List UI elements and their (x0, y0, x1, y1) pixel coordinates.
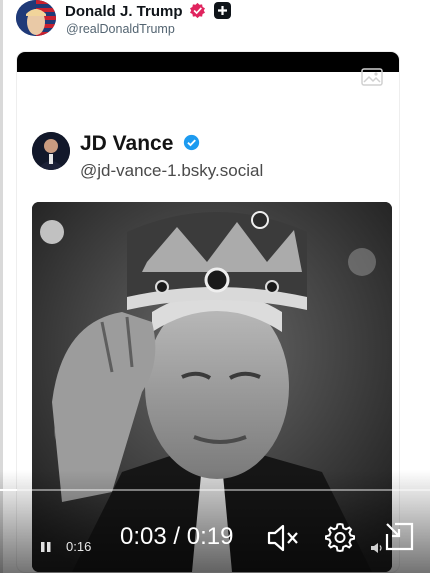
progress-bar[interactable] (0, 489, 430, 491)
verified-badge-icon (189, 2, 205, 19)
verified-check-icon (184, 134, 200, 151)
progress-bar-fill (0, 489, 17, 491)
embedded-author-name: JD Vance (80, 132, 200, 156)
speaker-muted-icon[interactable] (266, 523, 300, 553)
speaker-icon[interactable] (370, 542, 384, 554)
gear-icon[interactable] (325, 522, 355, 552)
embedded-author-name-label: JD Vance (80, 132, 174, 155)
author-name[interactable]: Donald J. Trump (65, 2, 231, 20)
pause-icon[interactable] (40, 540, 52, 554)
elapsed-time-small: 0:16 (66, 539, 92, 554)
author-handle[interactable]: @realDonaldTrump (66, 22, 175, 36)
post-header: Donald J. Trump @realDonaldTrump (14, 0, 424, 40)
time-display: 0:03 / 0:19 (120, 523, 234, 550)
embedded-avatar (32, 132, 70, 170)
author-name-label: Donald J. Trump (65, 3, 183, 20)
image-icon (361, 68, 383, 86)
media-top-bar (17, 52, 399, 72)
video-controls-overlay (0, 470, 430, 573)
picture-in-picture-icon[interactable] (384, 521, 416, 553)
plus-badge-icon (213, 2, 231, 19)
embedded-author-handle: @jd-vance-1.bsky.social (80, 161, 264, 180)
avatar[interactable] (16, 0, 56, 36)
